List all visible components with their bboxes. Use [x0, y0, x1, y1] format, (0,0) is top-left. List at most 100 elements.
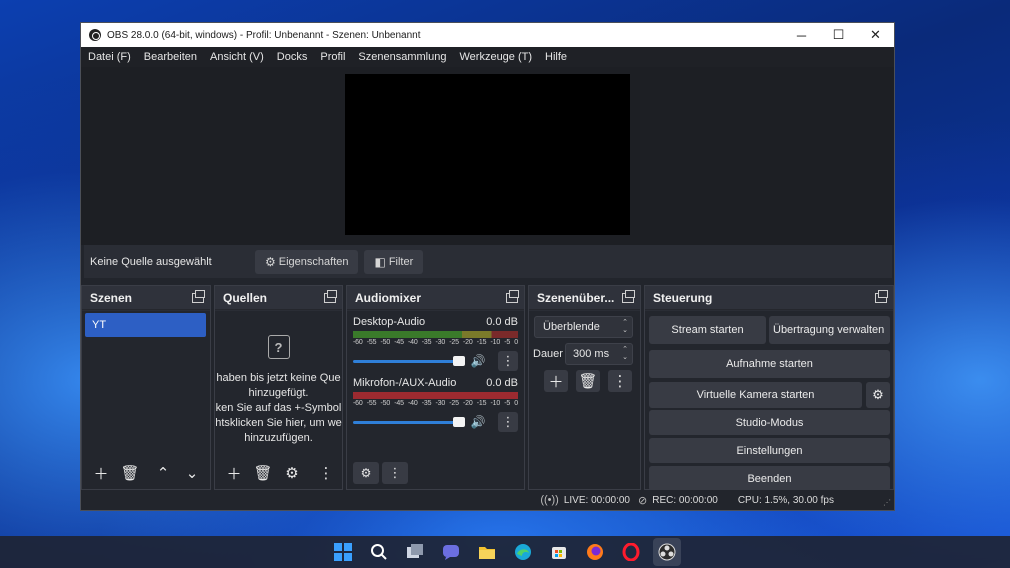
scenes-title: Szenen [90, 290, 133, 305]
window-title: OBS 28.0.0 (64-bit, windows) - Profil: U… [107, 29, 421, 41]
duration-label: Dauer [533, 348, 563, 360]
no-source-label: Keine Quelle ausgewählt [90, 255, 212, 268]
obs-app-icon [89, 29, 101, 41]
volume-slider[interactable] [353, 416, 465, 427]
search-icon[interactable] [365, 538, 393, 566]
empty-line: hinzugefügt. [248, 387, 309, 399]
mixer-more-button[interactable]: ⋮ [382, 462, 408, 484]
obs-icon[interactable] [653, 538, 681, 566]
resize-grip-icon[interactable]: ⋰ [883, 498, 891, 507]
speaker-icon[interactable]: 🔊 [471, 354, 486, 368]
source-more-button[interactable]: ⋮ [319, 462, 334, 484]
manage-transmission-button[interactable]: Übertragung verwalten [769, 316, 890, 344]
exit-button[interactable]: Beenden [649, 466, 890, 491]
transition-more-button[interactable]: ⋮ [608, 370, 632, 392]
add-transition-button[interactable]: ＋ [544, 370, 568, 392]
maximize-button[interactable]: ☐ [820, 23, 857, 47]
add-scene-button[interactable]: ＋ [88, 462, 114, 484]
slider-knob[interactable] [452, 355, 465, 366]
duration-input[interactable]: 300 ms ⌃ ⌄ [565, 343, 633, 365]
remove-source-button[interactable]: 🗑 [250, 462, 276, 484]
cpu-status: CPU: 1.5%, 30.00 fps [737, 494, 834, 506]
spinner-icon[interactable]: ⌃ ⌄ [622, 346, 628, 362]
undock-icon[interactable] [324, 289, 337, 303]
meter-scale: -60 -55 -50 -45 -40 -35 -30 -25 -20 -15 -10 -5 0 [353, 400, 518, 407]
controls-dock-header: Steuerung [645, 286, 893, 310]
mixer-channel-desktop: Desktop-Audio 0.0 dB -60 -55 -50 -45 -40 -35-… [353, 316, 518, 371]
gear-icon: ⚙ [872, 387, 884, 402]
menu-scene-collection[interactable]: Szenensammlung [358, 51, 446, 63]
filter-button[interactable]: ◧ Filter [364, 249, 424, 274]
empty-line: haben bis jetzt keine Que [216, 372, 341, 384]
sources-dock-header: Quellen [215, 286, 342, 310]
transition-toolbar: ＋ 🗑 ⋮ [544, 370, 640, 392]
advanced-audio-button[interactable]: ⚙ [353, 462, 379, 484]
volume-slider[interactable] [353, 355, 465, 366]
store-icon[interactable] [545, 538, 573, 566]
windows-start-icon[interactable] [329, 538, 357, 566]
edge-icon[interactable] [509, 538, 537, 566]
close-button[interactable]: ✕ [857, 23, 894, 47]
properties-button[interactable]: ⚙ Eigenschaften [255, 249, 359, 274]
question-icon: ? [267, 335, 290, 359]
menu-help[interactable]: Hilfe [545, 51, 567, 63]
virtual-camera-settings-button[interactable]: ⚙ [866, 382, 890, 408]
undock-icon[interactable] [622, 289, 635, 303]
opera-icon[interactable] [617, 538, 645, 566]
menu-tools[interactable]: Werkzeuge (T) [459, 51, 532, 63]
start-virtual-camera-button[interactable]: Virtuelle Kamera starten [649, 382, 862, 408]
channel-level: 0.0 dB [486, 377, 518, 389]
remove-scene-button[interactable]: 🗑 [117, 462, 143, 484]
mixer-channel-mic: Mikrofon-/AUX-Audio 0.0 dB -60 -55 -50 -45-… [353, 377, 518, 432]
controls-dock: Steuerung Stream starten Übertragung ver… [644, 285, 894, 491]
teams-chat-icon[interactable] [437, 538, 465, 566]
menu-bar: Datei (F) Bearbeiten Ansicht (V) Docks P… [81, 47, 894, 67]
live-time: LIVE: 00:00:00 [563, 494, 630, 506]
move-scene-down-button[interactable]: ⌄ [179, 462, 205, 484]
undock-icon[interactable] [875, 289, 888, 303]
gear-icon: ⚙ [265, 254, 276, 269]
studio-mode-button[interactable]: Studio-Modus [649, 410, 890, 435]
transitions-title: Szenenüber... [537, 290, 615, 305]
source-properties-button[interactable]: ⚙ [279, 462, 305, 484]
source-toolbar: Keine Quelle ausgewählt ⚙ Eigenschaften … [84, 245, 892, 278]
obs-window: OBS 28.0.0 (64-bit, windows) - Profil: U… [80, 22, 895, 511]
file-explorer-icon[interactable] [473, 538, 501, 566]
settings-button[interactable]: Einstellungen [649, 438, 890, 463]
scene-item[interactable]: YT [85, 313, 206, 337]
empty-line: ken Sie auf das +-Symbol [215, 402, 342, 414]
title-bar: OBS 28.0.0 (64-bit, windows) - Profil: U… [81, 23, 894, 47]
remove-transition-button[interactable]: 🗑 [576, 370, 600, 392]
firefox-icon[interactable] [581, 538, 609, 566]
channel-level: 0.0 dB [486, 316, 518, 328]
start-recording-button[interactable]: Aufnahme starten [649, 350, 890, 378]
properties-label: Eigenschaften [278, 255, 349, 268]
channel-menu-button[interactable]: ⋮ [497, 351, 518, 371]
menu-profile[interactable]: Profil [320, 51, 345, 63]
scenes-dock: Szenen YT ＋ 🗑 ⌃ ⌄ [81, 285, 211, 490]
preview-area [81, 67, 894, 245]
task-view-icon[interactable] [401, 538, 429, 566]
speaker-icon[interactable]: 🔊 [471, 415, 486, 429]
undock-icon[interactable] [192, 289, 205, 303]
start-stream-button[interactable]: Stream starten [649, 316, 766, 344]
minimize-button[interactable]: ─ [783, 23, 820, 47]
channel-menu-button[interactable]: ⋮ [497, 412, 518, 432]
undock-icon[interactable] [506, 289, 519, 303]
menu-edit[interactable]: Bearbeiten [144, 51, 197, 63]
filter-label: Filter [388, 255, 414, 268]
add-source-button[interactable]: ＋ [221, 462, 247, 484]
sources-toolbar: ＋ 🗑 ⚙ ⋮ [215, 457, 342, 489]
menu-file[interactable]: Datei (F) [88, 51, 131, 63]
preview-canvas[interactable] [345, 74, 630, 235]
chevron-updown-icon: ⌃ ⌄ [622, 319, 628, 334]
menu-view[interactable]: Ansicht (V) [210, 51, 264, 63]
transition-select[interactable]: Überblende ⌃ ⌄ [534, 316, 633, 338]
sources-dock: Quellen ? haben bis jetzt keine Que hinz… [214, 285, 343, 490]
move-scene-up-button[interactable]: ⌃ [150, 462, 176, 484]
status-bar: ((•)) LIVE: 00:00:00 ⊘ REC: 00:00:00 CPU… [81, 490, 894, 510]
mixer-dock-header: Audiomixer [347, 286, 524, 310]
record-off-icon: ⊘ [638, 494, 648, 507]
menu-docks[interactable]: Docks [277, 51, 308, 63]
slider-knob[interactable] [452, 416, 465, 427]
